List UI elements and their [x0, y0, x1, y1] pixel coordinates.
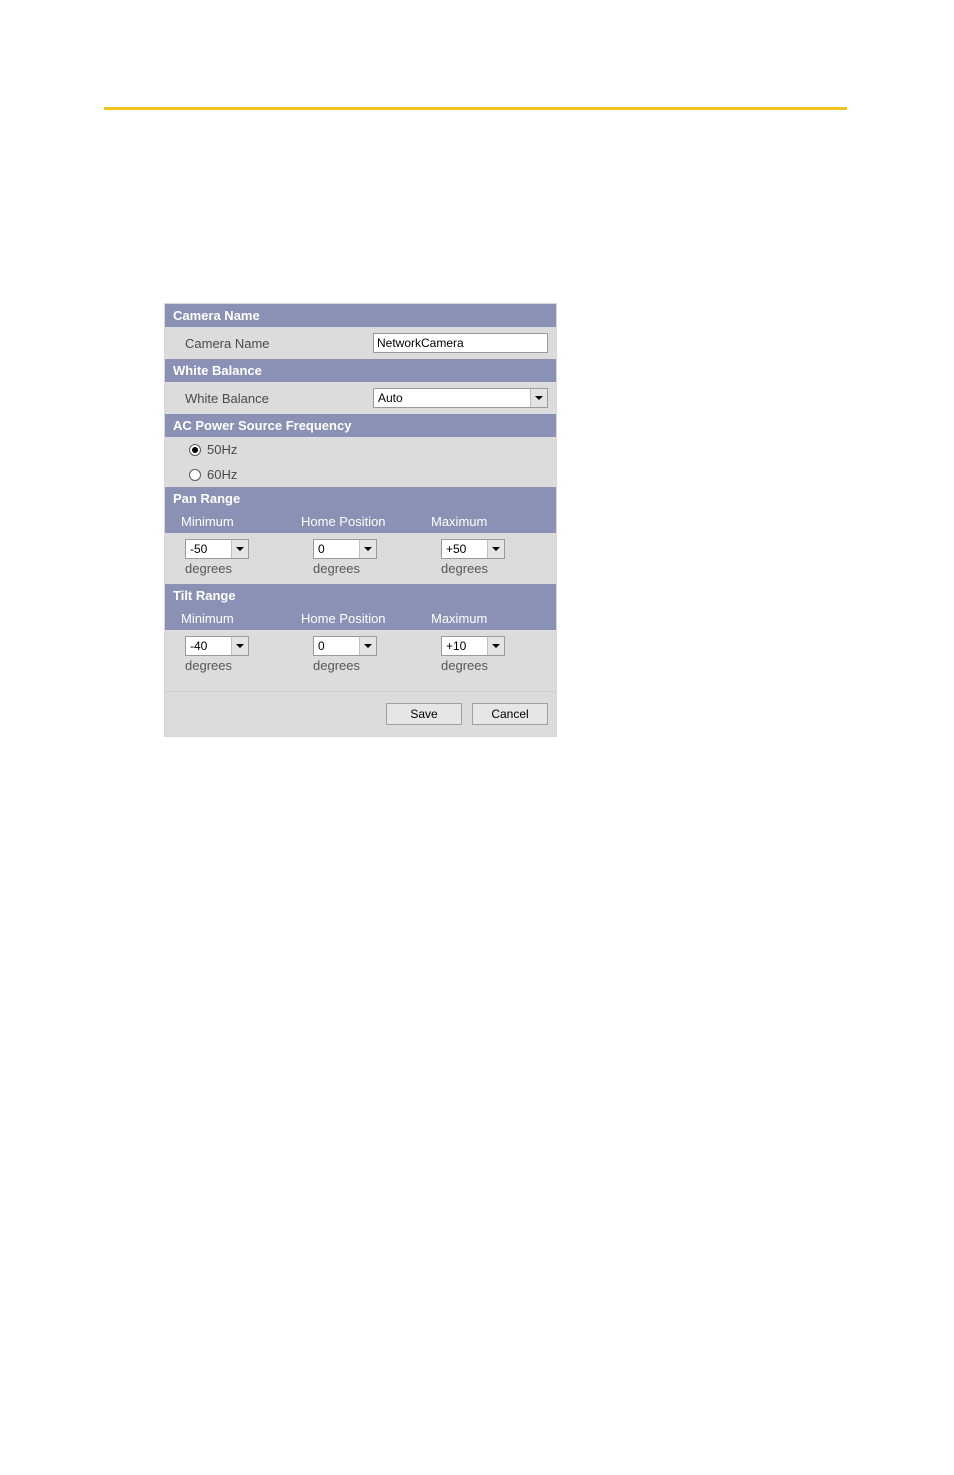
white-balance-select[interactable]: Auto: [373, 388, 548, 408]
camera-name-row: Camera Name: [165, 327, 556, 359]
ac-power-60hz-row[interactable]: 60Hz: [165, 462, 556, 487]
camera-name-input[interactable]: [373, 333, 548, 353]
chevron-down-icon: [359, 637, 376, 655]
pan-home-select[interactable]: 0: [313, 539, 377, 559]
tilt-max-value: +10: [442, 639, 487, 653]
tilt-min-unit: degrees: [185, 658, 313, 673]
white-balance-header: White Balance: [165, 359, 556, 382]
camera-name-field-wrap: [373, 333, 548, 353]
pan-max-unit: degrees: [441, 561, 548, 576]
pan-col-home-label: Home Position: [301, 514, 429, 529]
tilt-min-select[interactable]: -40: [185, 636, 249, 656]
tilt-col-home-label: Home Position: [301, 611, 429, 626]
white-balance-field-wrap: Auto: [373, 388, 548, 408]
pan-home-col: 0 degrees: [313, 539, 441, 576]
pan-col-min-label: Minimum: [173, 514, 301, 529]
chevron-down-icon: [231, 540, 248, 558]
tilt-home-unit: degrees: [313, 658, 441, 673]
ac-power-50hz-row[interactable]: 50Hz: [165, 437, 556, 462]
white-balance-row: White Balance Auto: [165, 382, 556, 414]
tilt-range-subheader: Minimum Home Position Maximum: [165, 607, 556, 630]
save-button[interactable]: Save: [386, 703, 462, 725]
settings-panel: Camera Name Camera Name White Balance Wh…: [164, 303, 557, 737]
tilt-min-col: -40 degrees: [185, 636, 313, 673]
radio-60hz-label: 60Hz: [207, 467, 237, 482]
white-balance-label: White Balance: [185, 391, 373, 406]
button-row: Save Cancel: [165, 691, 556, 736]
pan-min-unit: degrees: [185, 561, 313, 576]
camera-name-label: Camera Name: [185, 336, 373, 351]
pan-range-header: Pan Range: [165, 487, 556, 510]
tilt-max-select[interactable]: +10: [441, 636, 505, 656]
radio-50hz-label: 50Hz: [207, 442, 237, 457]
pan-home-unit: degrees: [313, 561, 441, 576]
tilt-min-value: -40: [186, 639, 231, 653]
chevron-down-icon: [359, 540, 376, 558]
tilt-col-max-label: Maximum: [429, 611, 548, 626]
pan-col-max-label: Maximum: [429, 514, 548, 529]
white-balance-value: Auto: [374, 391, 530, 405]
ac-power-header: AC Power Source Frequency: [165, 414, 556, 437]
pan-home-value: 0: [314, 542, 359, 556]
tilt-range-header: Tilt Range: [165, 584, 556, 607]
chevron-down-icon: [530, 389, 547, 407]
chevron-down-icon: [231, 637, 248, 655]
chevron-down-icon: [487, 637, 504, 655]
pan-range-subheader: Minimum Home Position Maximum: [165, 510, 556, 533]
cancel-button[interactable]: Cancel: [472, 703, 548, 725]
tilt-max-col: +10 degrees: [441, 636, 548, 673]
tilt-col-min-label: Minimum: [173, 611, 301, 626]
tilt-home-value: 0: [314, 639, 359, 653]
horizontal-rule: [104, 107, 847, 110]
camera-name-header: Camera Name: [165, 304, 556, 327]
radio-50hz[interactable]: [189, 444, 201, 456]
tilt-home-col: 0 degrees: [313, 636, 441, 673]
pan-range-row: -50 degrees 0 degrees +50: [165, 533, 556, 584]
pan-max-col: +50 degrees: [441, 539, 548, 576]
pan-min-col: -50 degrees: [185, 539, 313, 576]
radio-60hz[interactable]: [189, 469, 201, 481]
pan-max-select[interactable]: +50: [441, 539, 505, 559]
tilt-home-select[interactable]: 0: [313, 636, 377, 656]
chevron-down-icon: [487, 540, 504, 558]
tilt-max-unit: degrees: [441, 658, 548, 673]
pan-min-select[interactable]: -50: [185, 539, 249, 559]
pan-max-value: +50: [442, 542, 487, 556]
pan-min-value: -50: [186, 542, 231, 556]
tilt-range-row: -40 degrees 0 degrees +10: [165, 630, 556, 681]
